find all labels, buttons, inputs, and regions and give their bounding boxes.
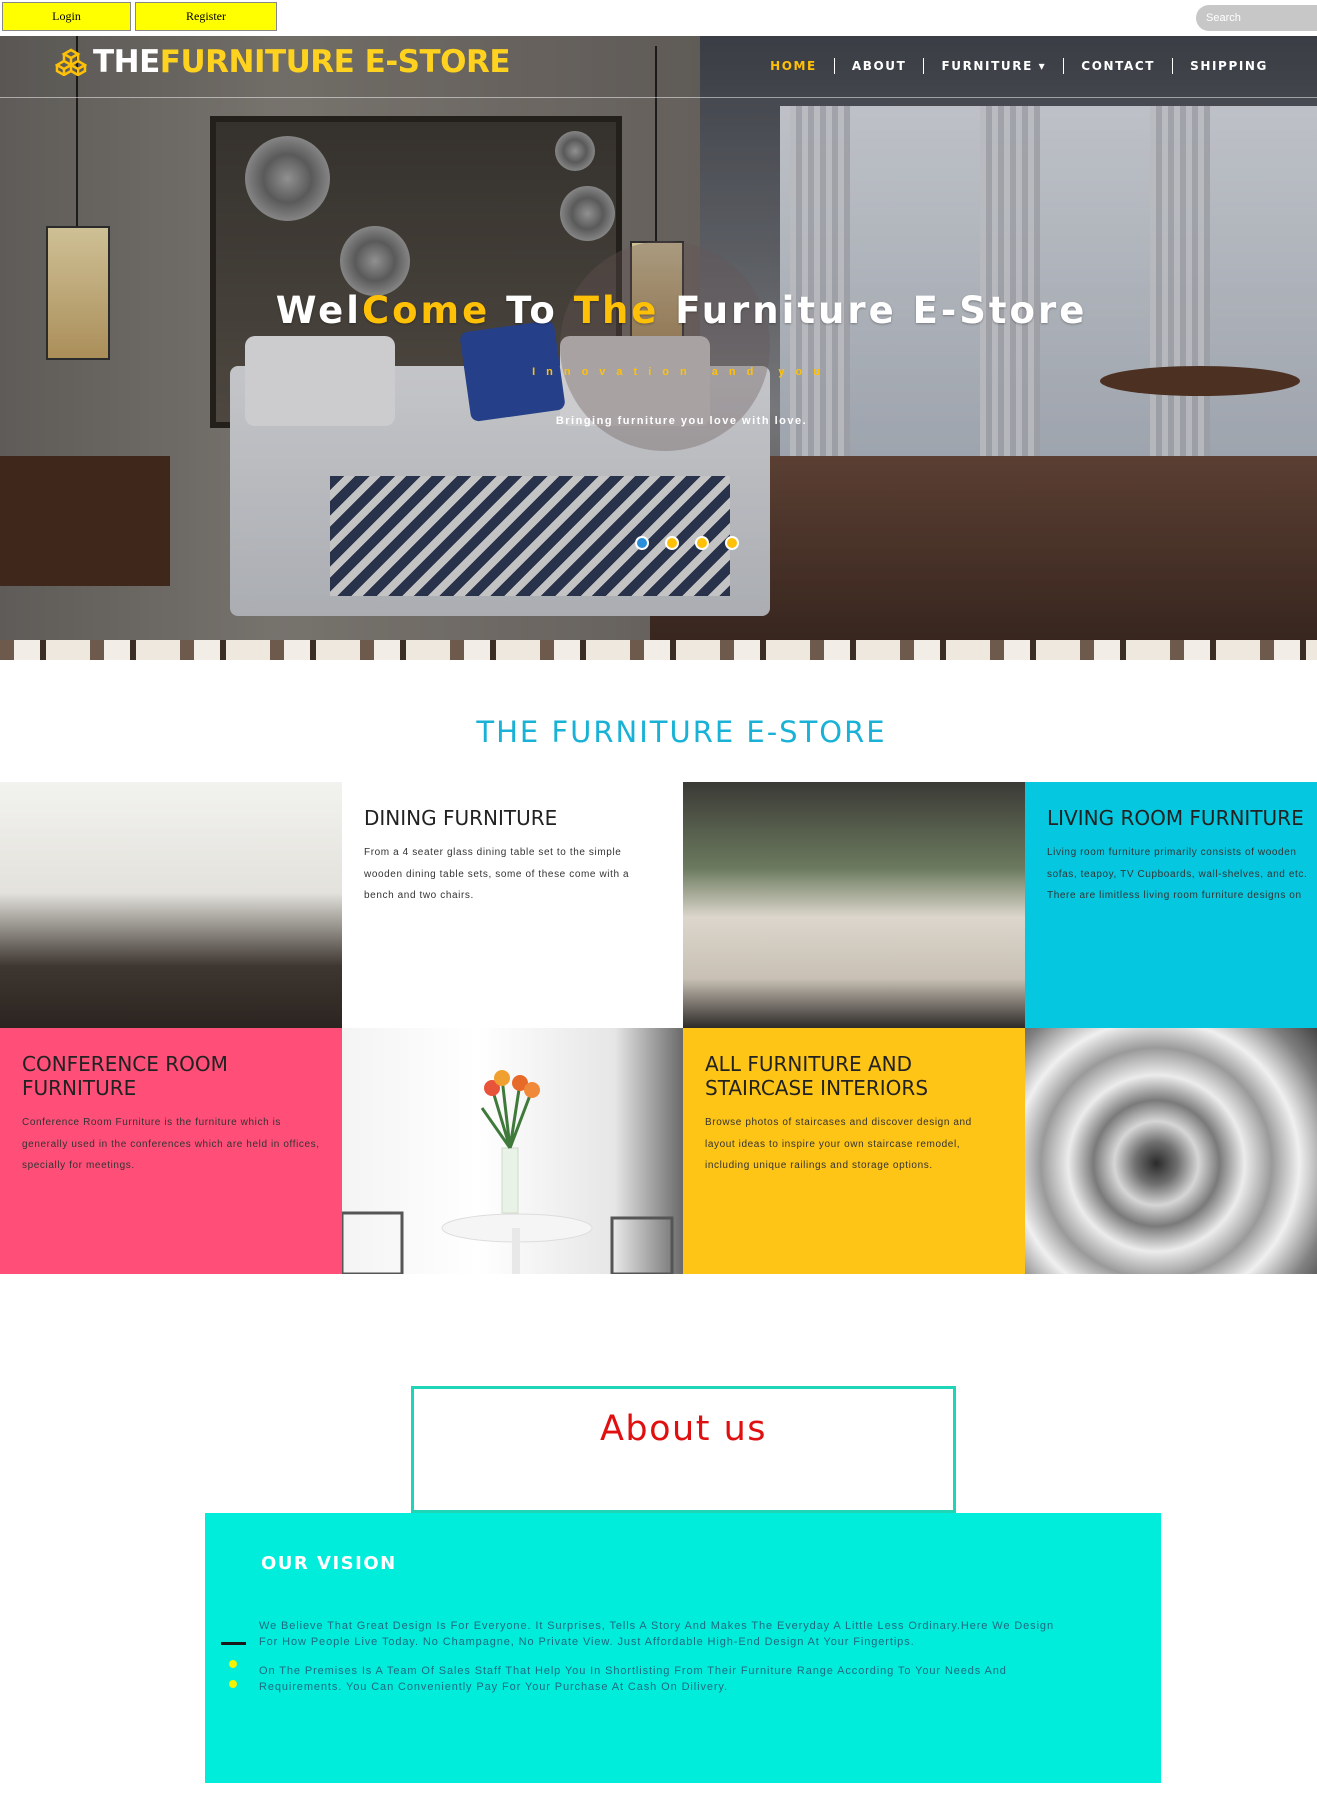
hero-title-part: The [573, 289, 660, 332]
tile-text: Conference Room Furniture is the furnitu… [22, 1117, 320, 1171]
staircase-interiors-tile[interactable]: ALL FURNITURE AND STAIRCASE INTERIORS Br… [683, 1028, 1025, 1274]
decorative-dot [229, 1660, 237, 1668]
section-title: THE FURNITURE E-STORE [476, 715, 887, 749]
decorative-dot [229, 1680, 237, 1688]
tile-text-line: Living room furniture primarily consists… [1047, 847, 1297, 858]
slider-dot[interactable] [695, 536, 709, 550]
dining-furniture-tile[interactable]: DINING FURNITURE From a 4 seater glass d… [342, 782, 683, 1028]
nav-home[interactable]: HOME [753, 58, 834, 74]
hero-bottom-strip [0, 640, 1317, 660]
site-logo[interactable]: THE FURNITURE E-STORE [55, 44, 511, 80]
slider-dot[interactable] [665, 536, 679, 550]
search-input[interactable]: Search [1196, 5, 1317, 31]
tile-text: Living room furniture primarily consists… [1047, 842, 1307, 907]
slider-dot[interactable] [635, 536, 649, 550]
slider-dots [635, 536, 739, 550]
tile-text: Browse photos of staircases and discover… [705, 1117, 972, 1171]
hero-title-part: Wel [275, 289, 362, 332]
vision-panel: OUR VISION We Believe That Great Design … [205, 1513, 1161, 1783]
kitchen-image [0, 782, 342, 1028]
tile-title: CONFERENCE ROOM FURNITURE [22, 1052, 228, 1100]
hero-slider [0, 36, 1317, 660]
vision-paragraph: On The Premises Is A Team Of Sales Staff… [259, 1665, 1007, 1693]
nav-contact[interactable]: CONTACT [1063, 58, 1172, 74]
vision-title: OUR VISION [261, 1553, 397, 1574]
tile-title: LIVING ROOM FURNITURE [1047, 806, 1304, 830]
hero-title-part: Come [361, 289, 491, 332]
nav-about[interactable]: ABOUT [833, 58, 924, 74]
about-title: About us [599, 1409, 768, 1449]
main-nav: HOME ABOUT FURNITURE ▾ CONTACT SHIPPING [753, 58, 1285, 74]
hero-tagline: Bringing furniture you love with love. [555, 415, 808, 427]
login-button[interactable]: Login [2, 2, 131, 31]
dining-image [342, 1028, 683, 1274]
tile-text-line: sofas, teapoy, TV Cupboards, wall-shelve… [1047, 868, 1308, 880]
logo-text-store: FURNITURE E-STORE [159, 44, 511, 80]
conference-room-furniture-tile[interactable]: CONFERENCE ROOM FURNITURE Conference Roo… [0, 1028, 342, 1274]
hero-title-part: To [490, 289, 574, 332]
nav-shipping[interactable]: SHIPPING [1172, 58, 1285, 74]
hero-title: WelCome To The Furniture E-Store [0, 289, 1317, 332]
tile-title: ALL FURNITURE AND STAIRCASE INTERIORS [705, 1052, 929, 1100]
register-button[interactable]: Register [135, 2, 277, 31]
tile-text: From a 4 seater glass dining table set t… [364, 847, 630, 901]
spiral-staircase-image [1025, 1028, 1317, 1274]
living-room-furniture-tile[interactable]: LIVING ROOM FURNITURE Living room furnit… [1025, 782, 1317, 1028]
hero-subtitle: Innovation and you [532, 366, 831, 378]
nav-furniture-dropdown[interactable]: FURNITURE ▾ [923, 58, 1063, 74]
tile-text-line: There are limitless living room furnitur… [1047, 890, 1302, 901]
logo-text-the: THE [93, 44, 160, 80]
top-utility-bar: Login Register Search [0, 0, 1317, 36]
tile-title: DINING FURNITURE [364, 806, 558, 830]
vision-paragraph: We Believe That Great Design Is For Ever… [259, 1620, 1054, 1648]
about-title-box [411, 1386, 956, 1513]
dining-table-illustration [342, 1070, 674, 1274]
hero-title-part: Furniture E-Store [659, 289, 1088, 332]
slider-dot[interactable] [725, 536, 739, 550]
decorative-dash [221, 1642, 246, 1645]
living-room-image [683, 782, 1025, 1028]
hero-shade [0, 36, 1317, 660]
boxes-icon [55, 48, 87, 76]
